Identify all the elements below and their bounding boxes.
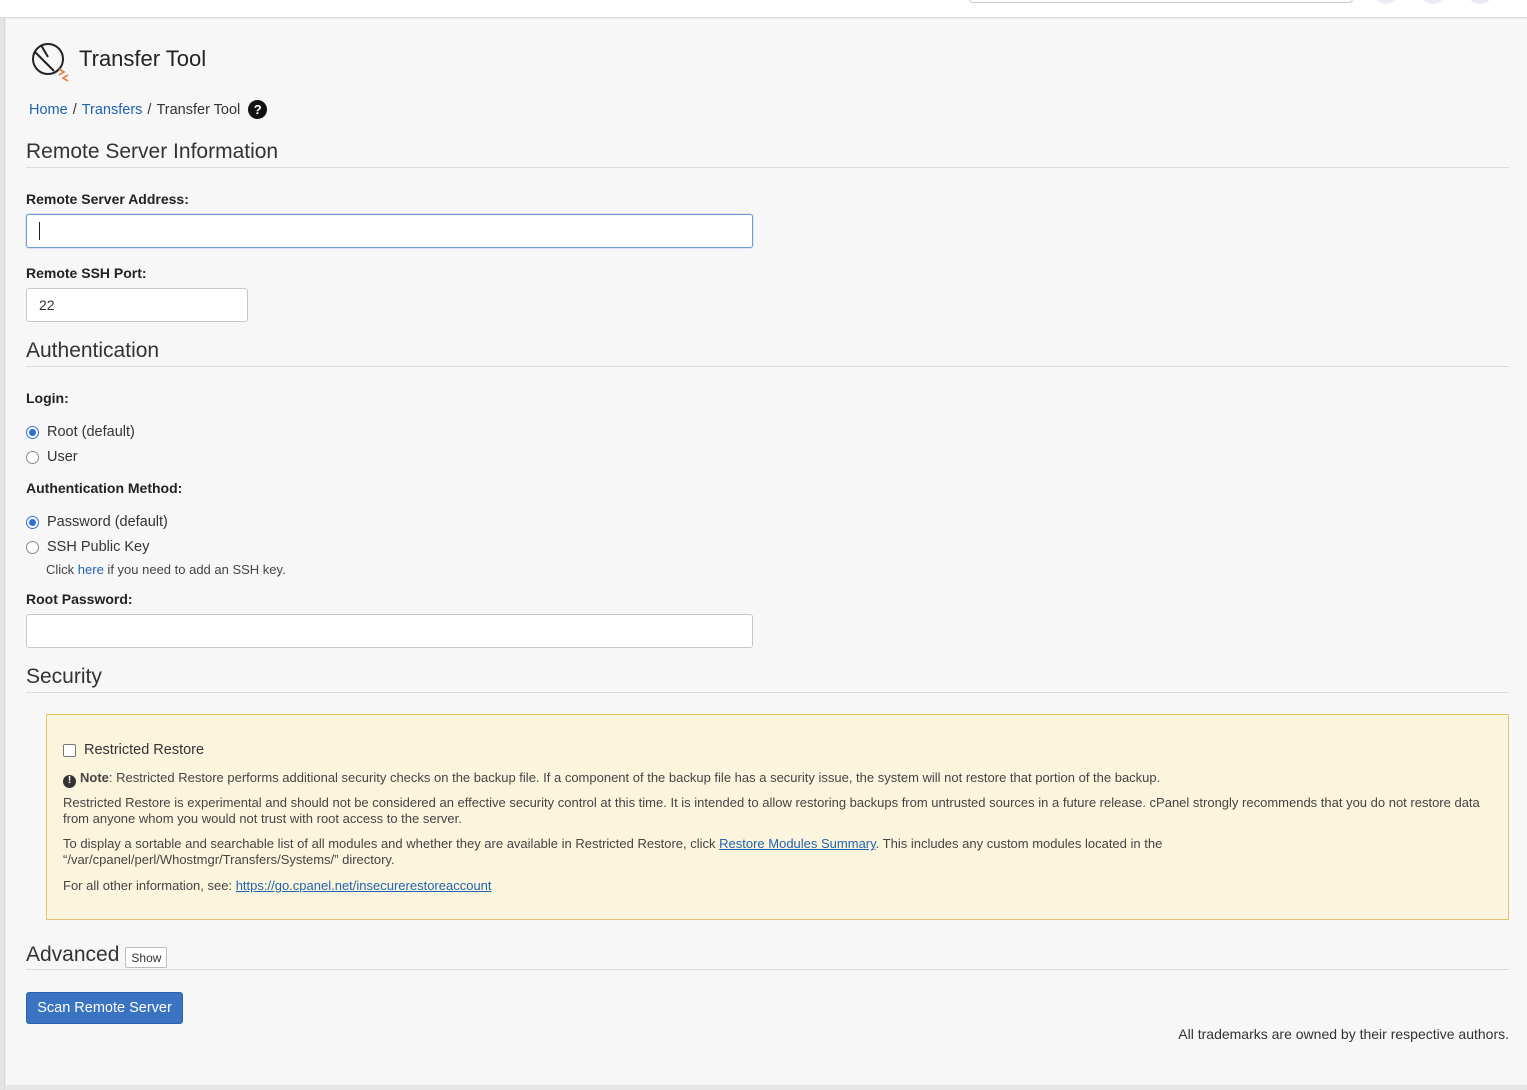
remote-server-address-input[interactable] — [26, 214, 753, 248]
breadcrumb-home-link[interactable]: Home — [29, 102, 68, 118]
ssh-hint-prefix: Click — [46, 562, 78, 577]
header-icon-button[interactable] — [1372, 0, 1400, 4]
root-password-input[interactable] — [26, 614, 753, 648]
insecure-restore-docs-link[interactable]: https://go.cpanel.net/insecurerestoreacc… — [236, 878, 492, 893]
main-content: Transfer Tool Home / Transfers / Transfe… — [6, 19, 1527, 1085]
section-divider — [26, 969, 1509, 970]
trademark-footer: All trademarks are owned by their respec… — [1178, 1026, 1509, 1042]
top-search-input[interactable] — [969, 0, 1353, 3]
remote-ssh-port-value: 22 — [39, 297, 55, 313]
restore-modules-summary-link[interactable]: Restore Modules Summary — [719, 836, 876, 851]
modules-summary-text: To display a sortable and searchable lis… — [63, 836, 1223, 868]
experimental-warning: Restricted Restore is experimental and s… — [63, 795, 1480, 826]
question-circle-icon[interactable]: ? — [248, 100, 268, 119]
breadcrumb-current: Transfer Tool — [156, 101, 241, 118]
method-ssh-key-label: SSH Public Key — [47, 539, 150, 555]
login-root-label: Root (default) — [47, 424, 135, 440]
breadcrumb-transfers-link[interactable]: Transfers — [82, 102, 143, 118]
breadcrumb: Home / Transfers / Transfer Tool ? — [29, 100, 268, 119]
text-caret — [39, 222, 40, 240]
more-info-text: For all other information, see: https://… — [63, 878, 1493, 894]
breadcrumb-separator: / — [72, 101, 77, 118]
security-heading: Security — [26, 665, 102, 688]
info-prefix: For all other information, see: — [63, 878, 236, 893]
restricted-restore-label: Restricted Restore — [84, 742, 205, 758]
advanced-heading: Advanced — [26, 942, 120, 966]
advanced-show-button[interactable]: Show — [125, 947, 168, 968]
method-option-ssh-key[interactable]: SSH Public Key — [26, 539, 149, 555]
login-option-user[interactable]: User — [26, 449, 78, 465]
transfer-tool-icon — [32, 43, 69, 82]
advanced-section-header: Advanced Show — [26, 941, 168, 968]
root-password-label: Root Password: — [26, 591, 133, 607]
section-divider — [26, 167, 1509, 168]
remote-ssh-port-label: Remote SSH Port: — [26, 265, 147, 281]
method-password-label: Password (default) — [47, 514, 168, 530]
restricted-restore-option[interactable]: Restricted Restore — [63, 742, 204, 758]
login-user-label: User — [47, 449, 78, 465]
scan-remote-server-button[interactable]: Scan Remote Server — [26, 992, 183, 1024]
section-divider — [26, 366, 1509, 367]
login-option-root[interactable]: Root (default) — [26, 424, 135, 440]
login-root-radio[interactable] — [26, 425, 39, 439]
note-bold-label: Note — [80, 770, 109, 785]
header-icon-button[interactable] — [1466, 0, 1494, 4]
restricted-restore-panel: Restricted Restore ! Note: Restricted Res… — [46, 714, 1509, 920]
authentication-method-label: Authentication Method: — [26, 480, 183, 496]
ssh-key-hint: Click here if you need to add an SSH key… — [46, 562, 286, 577]
page-title: Transfer Tool — [79, 46, 207, 71]
remote-server-heading: Remote Server Information — [26, 140, 279, 163]
method-option-password[interactable]: Password (default) — [26, 514, 168, 530]
bottom-edge — [6, 1085, 1527, 1090]
remote-server-address-label: Remote Server Address: — [26, 191, 189, 207]
top-header-bar — [0, 0, 1527, 18]
note-text: : Restricted Restore performs additional… — [108, 770, 1161, 785]
remote-ssh-port-input[interactable]: 22 — [26, 288, 248, 322]
authentication-heading: Authentication — [26, 339, 160, 362]
header-icon-button[interactable] — [1419, 0, 1447, 4]
method-password-radio[interactable] — [26, 515, 39, 529]
exclamation-circle-icon: ! — [63, 774, 76, 788]
restricted-restore-checkbox[interactable] — [63, 743, 76, 757]
ssh-hint-suffix: if you need to add an SSH key. — [103, 562, 286, 577]
login-label: Login: — [26, 390, 69, 406]
login-user-radio[interactable] — [26, 450, 39, 464]
section-divider — [26, 692, 1509, 693]
security-note: ! Note: Restricted Restore performs addit… — [63, 770, 1493, 788]
method-ssh-key-radio[interactable] — [26, 540, 39, 554]
modules-prefix: To display a sortable and searchable lis… — [63, 836, 720, 851]
add-ssh-key-link[interactable]: here — [78, 562, 104, 577]
left-sidebar-edge — [0, 18, 5, 1090]
breadcrumb-separator: / — [147, 101, 152, 118]
